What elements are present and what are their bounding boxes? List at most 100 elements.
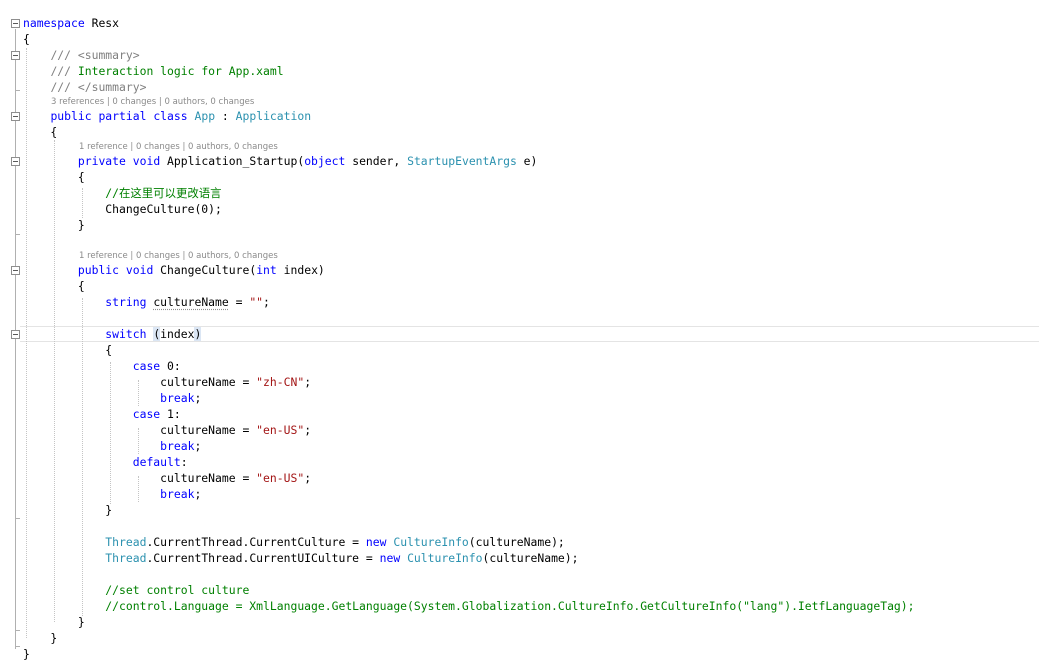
code-line[interactable]: Thread.CurrentThread.CurrentUICulture = … bbox=[23, 550, 579, 566]
code-token: break bbox=[160, 391, 195, 405]
code-line[interactable]: { bbox=[23, 342, 112, 358]
code-line[interactable]: Thread.CurrentThread.CurrentCulture = ne… bbox=[23, 534, 565, 550]
code-line[interactable]: public partial class App : Application bbox=[23, 108, 311, 124]
code-line[interactable]: } bbox=[23, 217, 85, 233]
code-token: /// bbox=[50, 48, 72, 62]
outline-end bbox=[15, 630, 20, 631]
code-token: sender, bbox=[345, 154, 408, 168]
code-line[interactable]: break; bbox=[23, 486, 201, 502]
code-token: string bbox=[105, 295, 147, 309]
code-line[interactable]: { bbox=[23, 169, 85, 185]
code-line[interactable]: string cultureName = ""; bbox=[23, 294, 270, 310]
code-token: //control.Language = XmlLanguage.GetLang… bbox=[105, 599, 915, 613]
code-line[interactable]: /// <summary> bbox=[23, 47, 139, 63]
code-line[interactable]: private void Application_Startup(object … bbox=[23, 153, 538, 169]
code-line[interactable]: ChangeCulture(0); bbox=[23, 201, 222, 217]
code-token: public bbox=[77, 263, 120, 277]
code-line[interactable]: } bbox=[23, 502, 112, 518]
code-line[interactable]: //control.Language = XmlLanguage.GetLang… bbox=[23, 598, 915, 614]
code-token: new bbox=[365, 535, 387, 549]
code-token: partial bbox=[98, 109, 147, 123]
code-token: e) bbox=[516, 154, 538, 168]
code-token: public bbox=[50, 109, 92, 123]
codelens-indicator[interactable]: 1 reference | 0 changes | 0 authors, 0 c… bbox=[79, 140, 278, 154]
collapse-switch-icon[interactable] bbox=[11, 330, 20, 339]
code-token: (cultureName); bbox=[482, 551, 579, 565]
code-line[interactable]: public void ChangeCulture(int index) bbox=[23, 262, 325, 278]
code-line[interactable]: case 1: bbox=[23, 406, 181, 422]
collapse-method-startup-icon[interactable] bbox=[11, 157, 20, 166]
code-line[interactable]: namespace Resx bbox=[23, 15, 119, 31]
code-token: "zh-CN" bbox=[256, 375, 305, 389]
code-token: 1: bbox=[160, 407, 181, 421]
code-token: index bbox=[160, 327, 195, 341]
code-line[interactable]: cultureName = "en-US"; bbox=[23, 470, 311, 486]
code-line[interactable]: //在这里可以更改语言 bbox=[23, 185, 221, 201]
code-line[interactable]: //set control culture bbox=[23, 582, 249, 598]
code-token: cultureName = bbox=[23, 423, 257, 437]
code-token: Application_Startup( bbox=[160, 154, 305, 168]
code-token: { bbox=[23, 170, 85, 184]
code-token: { bbox=[23, 343, 113, 357]
code-token: index) bbox=[276, 263, 325, 277]
code-line[interactable]: } bbox=[23, 614, 85, 630]
code-line[interactable]: break; bbox=[23, 390, 201, 406]
code-token: "en-US" bbox=[256, 423, 305, 437]
collapse-class-icon[interactable] bbox=[11, 112, 20, 121]
code-token: namespace bbox=[23, 16, 85, 30]
code-token: } bbox=[23, 218, 85, 232]
code-line[interactable]: /// </summary> bbox=[23, 79, 146, 95]
code-token: { bbox=[23, 32, 30, 46]
code-line[interactable]: cultureName = "zh-CN"; bbox=[23, 374, 311, 390]
code-token: /// bbox=[50, 80, 72, 94]
code-token: Resx bbox=[84, 16, 120, 30]
code-token: StartupEventArgs bbox=[407, 154, 517, 168]
code-line[interactable]: } bbox=[23, 630, 57, 646]
code-token: "" bbox=[249, 295, 264, 309]
code-line[interactable]: case 0: bbox=[23, 358, 181, 374]
code-line[interactable]: default: bbox=[23, 454, 188, 470]
code-editor[interactable]: namespace Resx{ /// <summary> /// Intera… bbox=[0, 0, 1039, 661]
codelens-indicator[interactable]: 3 references | 0 changes | 0 authors, 0 … bbox=[51, 95, 254, 109]
code-token: cultureName = bbox=[23, 471, 257, 485]
code-line[interactable]: } bbox=[23, 646, 30, 662]
code-token: ; bbox=[194, 439, 202, 453]
collapse-summary-icon[interactable] bbox=[11, 51, 20, 60]
code-line[interactable]: { bbox=[23, 31, 30, 47]
code-token: { bbox=[23, 125, 58, 139]
collapse-namespace-icon[interactable] bbox=[11, 19, 20, 28]
code-line[interactable]: break; bbox=[23, 438, 201, 454]
code-token: private bbox=[77, 154, 126, 168]
collapse-method-changeculture-icon[interactable] bbox=[11, 266, 20, 275]
code-token: new bbox=[379, 551, 401, 565]
code-line[interactable]: { bbox=[23, 124, 57, 140]
code-line[interactable]: { bbox=[23, 278, 85, 294]
code-token: } bbox=[23, 615, 85, 629]
outlining-margin bbox=[0, 0, 20, 655]
codelens-indicator[interactable]: 1 reference | 0 changes | 0 authors, 0 c… bbox=[79, 249, 278, 263]
code-token: = bbox=[228, 295, 250, 309]
code-token: void bbox=[125, 263, 154, 277]
code-token: ChangeCulture(0); bbox=[23, 202, 222, 216]
code-line[interactable]: cultureName = "en-US"; bbox=[23, 422, 311, 438]
code-token: case bbox=[132, 359, 161, 373]
code-line[interactable]: /// Interaction logic for App.xaml bbox=[23, 63, 283, 79]
outline-end bbox=[15, 518, 20, 519]
code-token: CultureInfo bbox=[407, 551, 483, 565]
code-line[interactable]: switch (index) bbox=[23, 326, 202, 342]
code-token: ; bbox=[263, 295, 270, 309]
code-token: Thread bbox=[105, 551, 147, 565]
code-token: cultureName bbox=[153, 295, 229, 309]
code-token: class bbox=[153, 109, 188, 123]
